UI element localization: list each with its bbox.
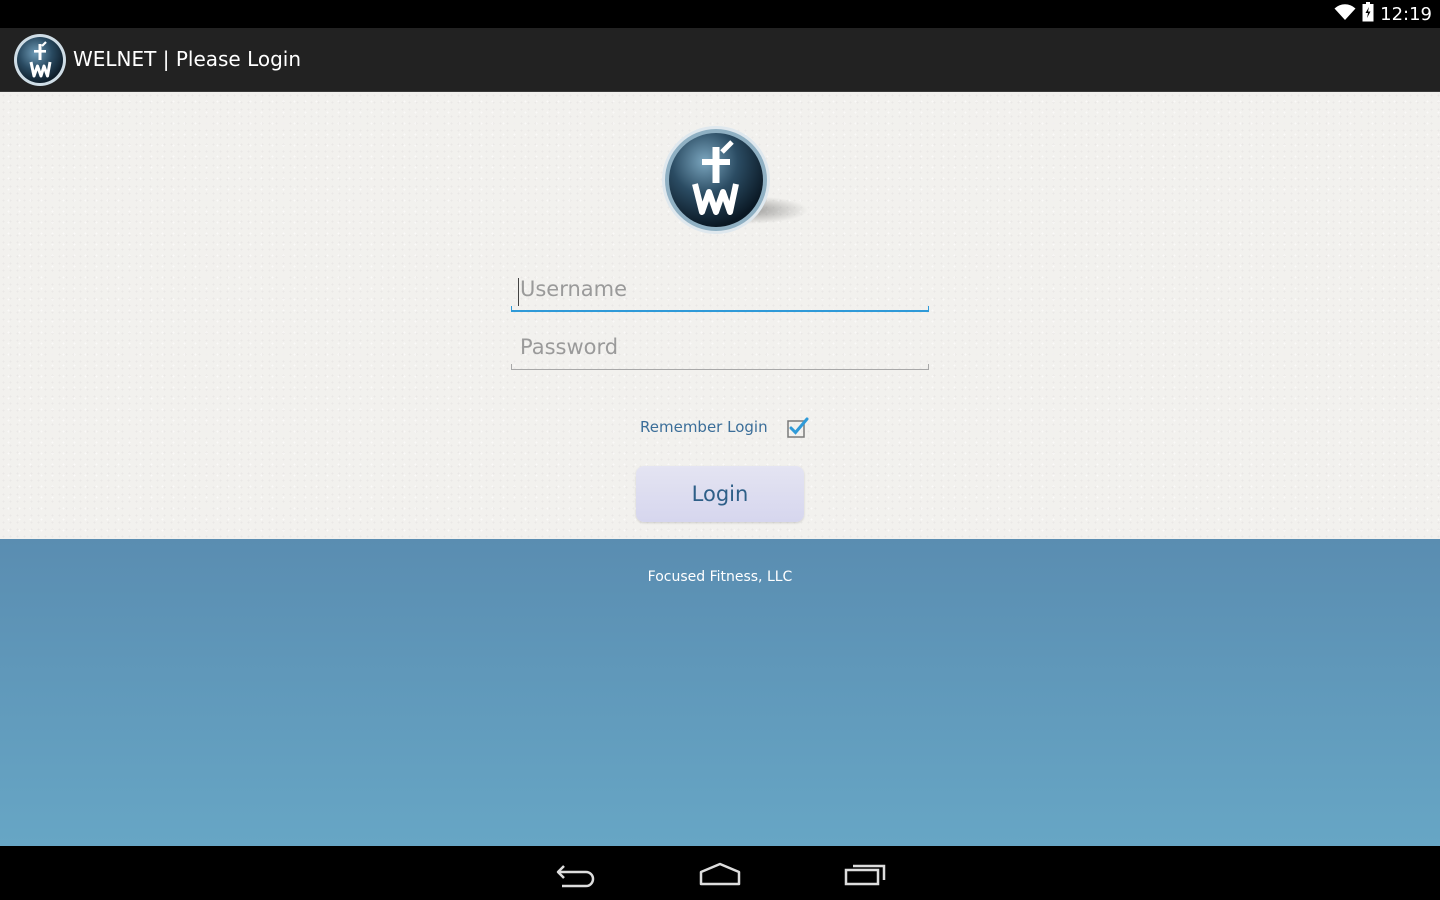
remember-login-row: Remember Login [640, 414, 809, 440]
username-field[interactable] [511, 272, 929, 312]
navigation-bar [0, 846, 1440, 900]
back-icon[interactable] [552, 858, 600, 888]
status-indicators: 12:19 [1334, 0, 1432, 28]
login-panel: Remember Login Login [0, 92, 1440, 539]
recent-apps-icon[interactable] [841, 858, 889, 888]
home-icon[interactable] [696, 858, 744, 888]
password-input[interactable] [511, 330, 929, 364]
footer: Focused Fitness, LLC [0, 539, 1440, 846]
wifi-icon [1334, 3, 1356, 25]
password-underline [511, 364, 929, 370]
username-input[interactable] [511, 272, 929, 306]
company-name: Focused Fitness, LLC [647, 569, 793, 585]
remember-login-label: Remember Login [640, 418, 768, 436]
username-underline [511, 306, 929, 312]
remember-login-checkbox[interactable] [786, 417, 809, 438]
action-bar: WELNET | Please Login [0, 28, 1440, 92]
text-cursor [518, 278, 519, 306]
app-title: WELNET | Please Login [73, 47, 302, 71]
welnet-logo-icon[interactable] [13, 32, 69, 88]
status-bar: 12:19 [0, 0, 1440, 28]
battery-icon [1362, 2, 1374, 26]
login-button[interactable]: Login [636, 466, 804, 522]
welnet-logo-icon [658, 122, 810, 242]
status-time: 12:19 [1380, 3, 1432, 25]
password-field[interactable] [511, 330, 929, 370]
